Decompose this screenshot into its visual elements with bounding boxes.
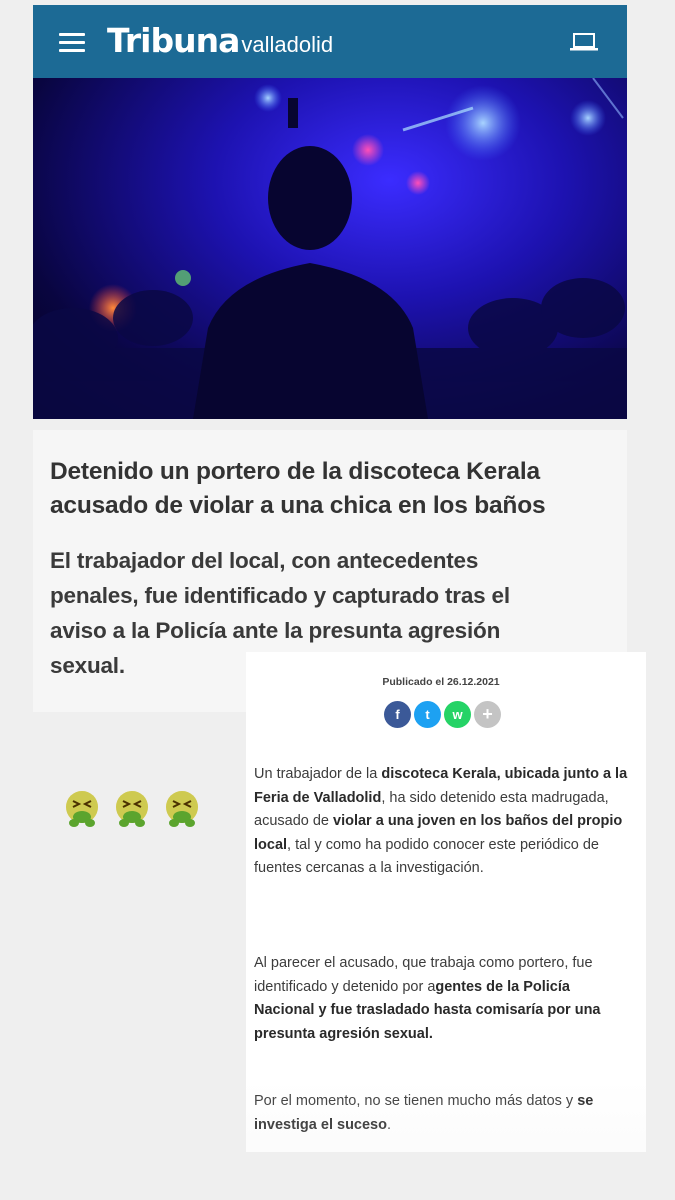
hamburger-menu-icon[interactable] [59,33,85,53]
more-icon[interactable]: + [474,701,501,728]
article-paragraph-1: Un trabajador de la discoteca Kerala, ub… [254,763,634,881]
whatsapp-icon[interactable]: w [444,701,471,728]
text-run: Por el momento, no se tienen mucho más d… [254,1093,578,1109]
site-logo[interactable]: Tribunavalladolid [107,21,333,60]
twitter-icon[interactable]: t [414,701,441,728]
site-header: Tribunavalladolid [33,5,627,78]
text-run: . [386,1116,392,1133]
publish-date: Publicado el 26.12.2021 [382,676,500,688]
article-paragraph-2: Al parecer el acusado, que trabaja como … [254,952,634,1046]
nauseated-face-emoji [166,791,198,827]
nightclub-photo [33,78,627,419]
brand-city: valladolid [241,32,334,57]
share-buttons: f t w + [384,701,501,728]
text-run: Un trabajador de la [254,766,382,782]
nauseated-face-emoji [66,791,98,827]
brand-name: Tribuna [107,21,240,60]
article-headline: Detenido un portero de la discoteca Kera… [50,458,546,519]
text-run: , tal y como ha podido conocer este peri… [254,836,599,877]
emoji-overlay [64,790,200,828]
facebook-icon[interactable]: f [384,701,411,728]
nauseated-face-emoji [116,791,148,827]
article-paragraph-3: Por el momento, no se tienen mucho más d… [254,1090,634,1137]
hero-image [33,78,627,419]
laptop-icon[interactable] [569,31,599,53]
